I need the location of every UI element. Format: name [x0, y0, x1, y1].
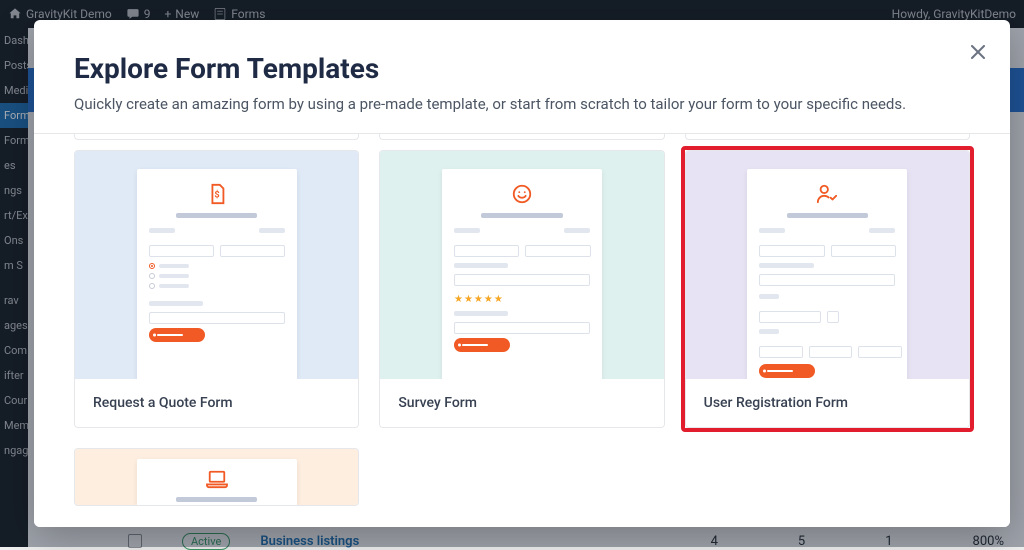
svg-text:$: $ — [214, 190, 219, 201]
template-card-user-registration[interactable]: User Registration Form — [685, 150, 970, 428]
smiley-icon — [511, 183, 533, 205]
template-label: Request a Quote Form — [75, 379, 358, 427]
laptop-icon — [205, 469, 229, 489]
modal-subtitle: Quickly create an amazing form by using … — [74, 95, 970, 113]
user-check-icon — [815, 183, 839, 205]
template-label: Survey Form — [380, 379, 663, 427]
template-grid: $ Request a Quote Form — [74, 150, 970, 428]
highlight-frame: User Registration Form — [681, 146, 974, 432]
close-icon — [971, 45, 985, 59]
modal-title: Explore Form Templates — [74, 52, 970, 85]
template-card-next[interactable] — [74, 448, 359, 506]
template-card-survey[interactable]: ★★★★★ Survey Form — [379, 150, 664, 428]
modal-header: Explore Form Templates Quickly create an… — [34, 20, 1010, 134]
template-card-quote[interactable]: $ Request a Quote Form — [74, 150, 359, 428]
template-label: User Registration Form — [686, 379, 969, 427]
modal-body: $ Request a Quote Form — [34, 134, 1010, 527]
close-button[interactable] — [966, 40, 990, 64]
templates-modal: Explore Form Templates Quickly create an… — [34, 20, 1010, 527]
document-dollar-icon: $ — [206, 183, 228, 205]
previous-row-stub — [74, 134, 970, 140]
